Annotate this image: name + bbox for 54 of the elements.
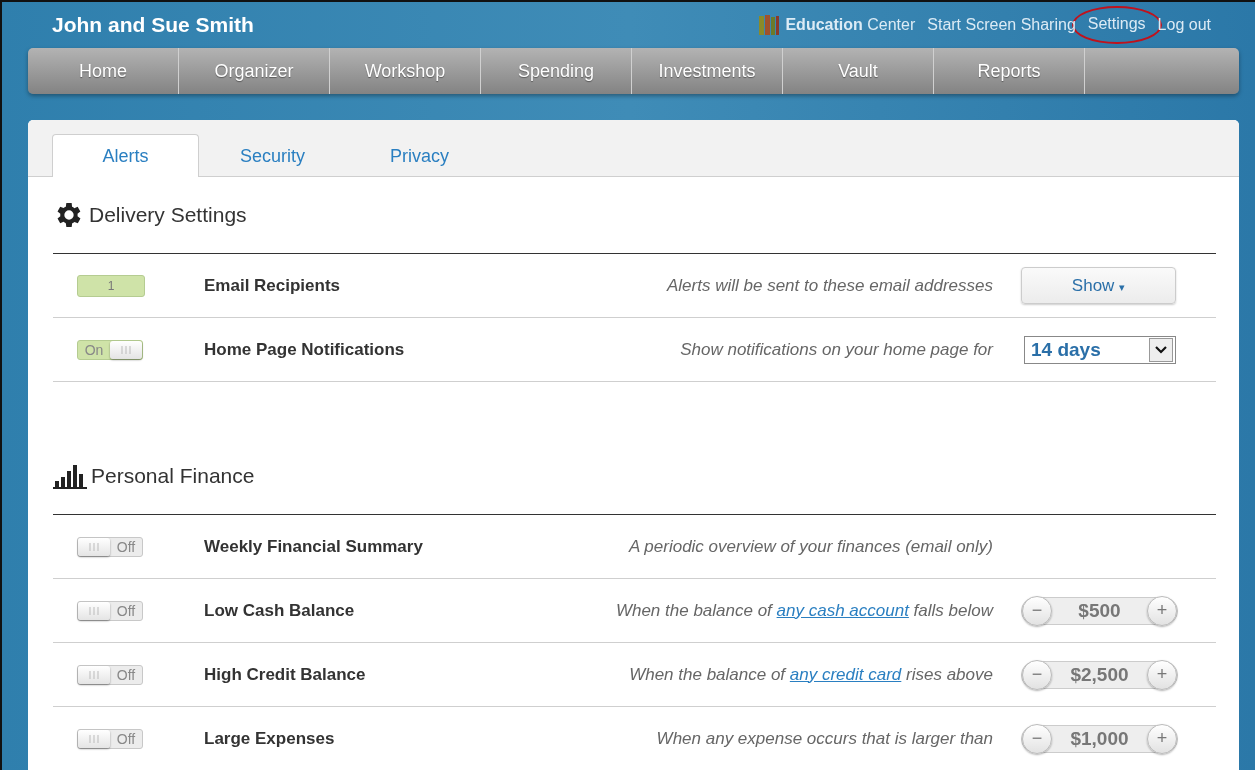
- nav-item[interactable]: Workshop: [330, 48, 481, 94]
- tab[interactable]: Alerts: [52, 134, 199, 177]
- days-dropdown[interactable]: 14 days: [1024, 335, 1176, 364]
- alert-description: When the balance of any credit card rises above: [628, 664, 994, 685]
- amount-value: $1,000: [1070, 727, 1129, 750]
- decrease-button[interactable]: −: [1022, 659, 1052, 690]
- alert-label: Email Recipients: [204, 275, 342, 296]
- chevron-down-icon: [1149, 337, 1173, 362]
- grip-icon: [88, 734, 100, 743]
- increase-button[interactable]: +: [1147, 595, 1177, 626]
- toggle-switch[interactable]: Off: [77, 728, 143, 749]
- alert-description: Alerts will be sent to these email addresses: [665, 275, 994, 296]
- toggle-switch[interactable]: Off: [77, 536, 143, 557]
- toggle-switch[interactable]: Off: [77, 664, 143, 685]
- grip-icon: [120, 345, 132, 354]
- header-link[interactable]: Education Center: [758, 14, 916, 36]
- amount-value: $2,500: [1070, 663, 1129, 686]
- amount-value: $500: [1078, 599, 1121, 622]
- toggle-switch[interactable]: Off: [77, 600, 143, 621]
- alert-label: Weekly Financial Summary: [204, 536, 424, 557]
- user-name: John and Sue Smith: [52, 13, 255, 37]
- nav-item[interactable]: Investments: [632, 48, 783, 94]
- account-link[interactable]: any credit card: [789, 664, 902, 684]
- alert-label: Home Page Notifications: [204, 339, 406, 360]
- decrease-button[interactable]: −: [1022, 723, 1052, 754]
- increase-button[interactable]: +: [1147, 659, 1177, 690]
- bar-chart-icon: [53, 463, 87, 489]
- alert-label: Large Expenses: [204, 728, 336, 749]
- alert-description: A periodic overview of your finances (email only): [627, 536, 994, 557]
- toggle-switch[interactable]: On: [77, 339, 143, 360]
- decrease-button[interactable]: −: [1022, 595, 1052, 626]
- tab[interactable]: Security: [199, 134, 346, 177]
- grip-icon: [88, 670, 100, 679]
- alert-label: Low Cash Balance: [204, 600, 356, 621]
- alert-description: Show notifications on your home page for: [679, 339, 995, 360]
- increase-button[interactable]: +: [1147, 723, 1177, 754]
- nav-item[interactable]: Home: [28, 48, 179, 94]
- books-icon: [758, 14, 781, 36]
- nav-item[interactable]: Reports: [934, 48, 1085, 94]
- tab[interactable]: Privacy: [346, 134, 493, 177]
- nav-item[interactable]: Vault: [783, 48, 934, 94]
- nav-item[interactable]: Spending: [481, 48, 632, 94]
- alert-description: When any expense occurs that is larger than: [655, 728, 994, 749]
- section-title: Delivery Settings: [89, 203, 247, 227]
- recipient-count: 1: [77, 274, 145, 297]
- alert-label: High Credit Balance: [204, 664, 367, 685]
- header-link[interactable]: Settings: [1087, 15, 1146, 33]
- alert-description: When the balance of any cash account falls below: [614, 600, 995, 621]
- show-button[interactable]: Show ▾: [1021, 267, 1176, 304]
- account-link[interactable]: any cash account: [776, 600, 909, 620]
- grip-icon: [88, 606, 100, 615]
- nav-item[interactable]: Organizer: [179, 48, 330, 94]
- section-title: Personal Finance: [91, 464, 255, 488]
- grip-icon: [88, 542, 100, 551]
